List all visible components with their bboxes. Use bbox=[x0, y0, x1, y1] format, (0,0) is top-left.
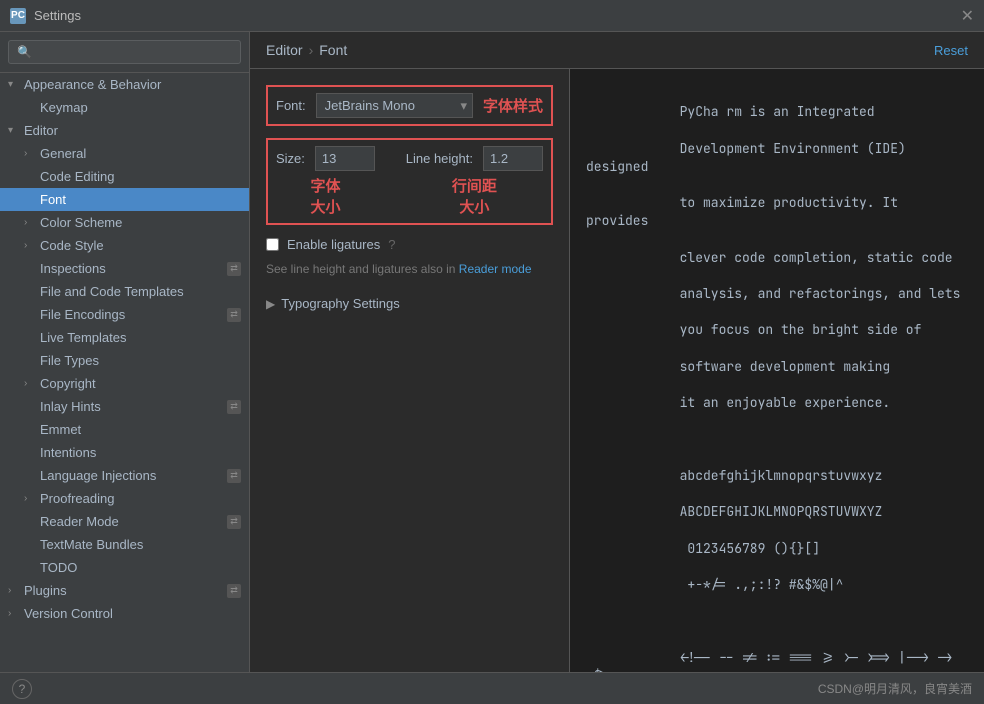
sidebar-item-copyright[interactable]: Copyright bbox=[0, 372, 249, 395]
expand-arrow bbox=[24, 378, 36, 389]
expand-arrow bbox=[24, 240, 36, 251]
sidebar-item-font[interactable]: Font bbox=[0, 188, 249, 211]
app-icon: PC bbox=[10, 8, 26, 24]
expand-arrow bbox=[8, 608, 20, 619]
sidebar-item-language-injections[interactable]: Language Injections ⇄ bbox=[0, 464, 249, 487]
expand-arrow bbox=[24, 493, 36, 504]
line-height-input[interactable] bbox=[483, 146, 543, 171]
expand-arrow bbox=[8, 79, 20, 90]
titlebar: PC Settings ✕ bbox=[0, 0, 984, 32]
typography-section[interactable]: ▶ Typography Settings bbox=[266, 296, 553, 311]
line-height-column: Line height: 行间距 大小 bbox=[406, 146, 543, 217]
typography-label: Typography Settings bbox=[281, 296, 400, 311]
sidebar: Appearance & Behavior Keymap Editor Gene… bbox=[0, 32, 250, 672]
size-input[interactable] bbox=[315, 146, 375, 171]
close-icon[interactable]: ✕ bbox=[961, 6, 974, 26]
font-select[interactable]: JetBrains Mono bbox=[316, 93, 473, 118]
sidebar-item-code-style[interactable]: Code Style bbox=[0, 234, 249, 257]
window-title: Settings bbox=[34, 8, 953, 23]
search-box bbox=[0, 32, 249, 73]
size-label: Size: bbox=[276, 151, 305, 166]
sync-icon: ⇄ bbox=[227, 469, 241, 483]
chevron-right-icon: ▶ bbox=[266, 297, 275, 311]
sidebar-item-textmate-bundles[interactable]: TextMate Bundles bbox=[0, 533, 249, 556]
ligatures-row: Enable ligatures ? bbox=[266, 237, 553, 252]
line-height-row: Line height: bbox=[406, 146, 543, 171]
sync-icon: ⇄ bbox=[227, 262, 241, 276]
sidebar-item-file-encodings[interactable]: File Encodings ⇄ bbox=[0, 303, 249, 326]
breadcrumb: Editor › Font bbox=[266, 42, 347, 58]
hint-text: See line height and ligatures also in Re… bbox=[266, 262, 553, 276]
font-label: Font: bbox=[276, 98, 306, 113]
sidebar-item-todo[interactable]: TODO bbox=[0, 556, 249, 579]
sync-icon: ⇄ bbox=[227, 400, 241, 414]
sidebar-item-file-types[interactable]: File Types bbox=[0, 349, 249, 372]
annotation-line-size2: 大小 bbox=[459, 196, 489, 217]
breadcrumb-current: Font bbox=[319, 42, 347, 58]
sidebar-item-inlay-hints[interactable]: Inlay Hints ⇄ bbox=[0, 395, 249, 418]
sync-icon: ⇄ bbox=[227, 308, 241, 322]
sync-icon: ⇄ bbox=[227, 584, 241, 598]
sidebar-item-appearance[interactable]: Appearance & Behavior bbox=[0, 73, 249, 96]
sidebar-item-intentions[interactable]: Intentions bbox=[0, 441, 249, 464]
expand-arrow bbox=[8, 125, 20, 136]
sidebar-item-live-templates[interactable]: Live Templates bbox=[0, 326, 249, 349]
font-row: Font: JetBrains Mono ▾ 字体样式 bbox=[276, 93, 543, 118]
main-content: Appearance & Behavior Keymap Editor Gene… bbox=[0, 32, 984, 672]
watermark: CSDN@明月清风，良宵美酒 bbox=[818, 680, 972, 697]
sidebar-item-code-editing[interactable]: Code Editing bbox=[0, 165, 249, 188]
sidebar-item-inspections[interactable]: Inspections ⇄ bbox=[0, 257, 249, 280]
reset-button[interactable]: Reset bbox=[934, 43, 968, 58]
sidebar-item-general[interactable]: General bbox=[0, 142, 249, 165]
ligatures-label[interactable]: Enable ligatures bbox=[287, 237, 380, 252]
ligatures-checkbox[interactable] bbox=[266, 238, 279, 251]
help-button[interactable]: ? bbox=[12, 679, 32, 699]
expand-arrow bbox=[24, 217, 36, 228]
preview-text[interactable]: PyCha rm is an Integrated Development En… bbox=[586, 85, 968, 672]
annotation-line-size: 行间距 bbox=[452, 175, 497, 196]
sidebar-item-plugins[interactable]: Plugins ⇄ bbox=[0, 579, 249, 602]
sidebar-item-reader-mode[interactable]: Reader Mode ⇄ bbox=[0, 510, 249, 533]
expand-arrow bbox=[8, 585, 20, 596]
annotation-font-size2: 大小 bbox=[310, 196, 340, 217]
annotation-font-style: 字体样式 bbox=[483, 95, 543, 116]
sidebar-item-keymap[interactable]: Keymap bbox=[0, 96, 249, 119]
reader-mode-link[interactable]: Reader mode bbox=[459, 262, 532, 276]
line-height-label: Line height: bbox=[406, 151, 473, 166]
settings-section: Font: JetBrains Mono ▾ 字体样式 bbox=[250, 69, 570, 672]
size-line-row: Size: 字体 大小 Line height: bbox=[276, 146, 543, 217]
font-select-wrapper: JetBrains Mono ▾ bbox=[316, 93, 473, 118]
sidebar-item-version-control[interactable]: Version Control bbox=[0, 602, 249, 625]
expand-arrow bbox=[24, 148, 36, 159]
breadcrumb-parent: Editor bbox=[266, 42, 303, 58]
breadcrumb-separator: › bbox=[309, 42, 314, 58]
settings-window: PC Settings ✕ Appearance & Behavior Keym… bbox=[0, 0, 984, 704]
search-input[interactable] bbox=[8, 40, 241, 64]
sync-icon: ⇄ bbox=[227, 515, 241, 529]
size-column: Size: 字体 大小 bbox=[276, 146, 375, 217]
window-controls: ✕ bbox=[953, 6, 974, 26]
help-icon[interactable]: ? bbox=[388, 237, 395, 252]
sidebar-item-editor[interactable]: Editor bbox=[0, 119, 249, 142]
panel-body: Font: JetBrains Mono ▾ 字体样式 bbox=[250, 69, 984, 672]
sidebar-item-color-scheme[interactable]: Color Scheme bbox=[0, 211, 249, 234]
sidebar-item-proofreading[interactable]: Proofreading bbox=[0, 487, 249, 510]
sidebar-item-file-code-templates[interactable]: File and Code Templates bbox=[0, 280, 249, 303]
sidebar-item-emmet[interactable]: Emmet bbox=[0, 418, 249, 441]
main-panel: Editor › Font Reset Font: Jet bbox=[250, 32, 984, 672]
preview-section: PyCha rm is an Integrated Development En… bbox=[570, 69, 984, 672]
bottom-bar: ? CSDN@明月清风，良宵美酒 bbox=[0, 672, 984, 704]
annotation-font-size: 字体 bbox=[310, 175, 340, 196]
size-row: Size: bbox=[276, 146, 375, 171]
panel-header: Editor › Font Reset bbox=[250, 32, 984, 69]
